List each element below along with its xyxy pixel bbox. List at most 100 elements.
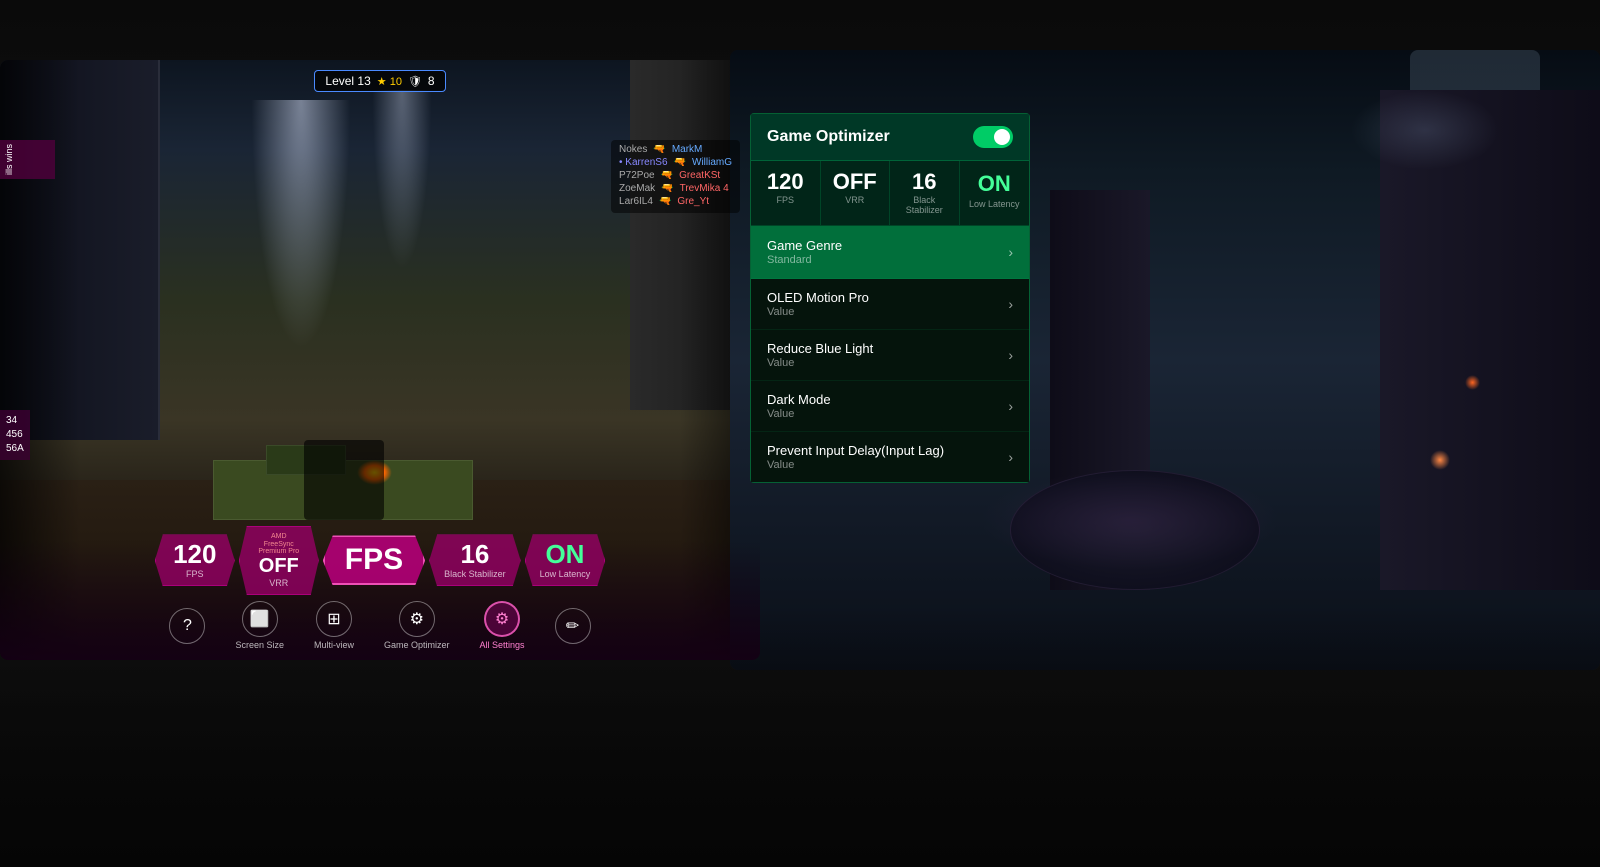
star-icon: ★ 10 xyxy=(377,75,402,88)
optimizer-stats: 120 FPS OFF VRR 16 Black Stabilizer ON xyxy=(751,161,1029,226)
edit-button[interactable]: ✏ xyxy=(555,608,591,644)
stats-left: 34 456 56A xyxy=(0,410,30,460)
score-row-4: ZoeMak 🔫 TrevMika 4 xyxy=(619,183,732,194)
menu-item-dark-mode-value: Value xyxy=(767,408,831,420)
black-stab-value: 16 xyxy=(444,541,506,567)
player-name-1: Nokes xyxy=(619,144,647,155)
edit-icon[interactable]: ✏ xyxy=(555,608,591,644)
toggle-knob xyxy=(994,129,1010,145)
opt-stat-fps-value: 120 xyxy=(755,171,816,193)
player-name-5: Lar6IL4 xyxy=(619,196,653,207)
game-optimizer-icon[interactable]: ⚙ xyxy=(399,601,435,637)
glow-bottom xyxy=(980,470,1280,570)
menu-item-dark-mode-text: Dark Mode Value xyxy=(767,392,831,420)
menu-item-blue-light-text: Reduce Blue Light Value xyxy=(767,341,873,369)
freesync-logo: AMDFreeSyncPremium Pro xyxy=(254,533,304,556)
level-text: Level 13 xyxy=(325,74,370,88)
stat-56a: 56A xyxy=(6,442,24,456)
score-row-1: Nokes 🔫 MarkM xyxy=(619,144,732,155)
vrr-value: OFF xyxy=(254,556,304,576)
left-screen: Level 13 ★ 10 🛡 8 Nokes 🔫 MarkM • Karren… xyxy=(0,60,760,660)
score-val-2: WilliamG xyxy=(692,157,732,168)
gun-icon-3: 🔫 xyxy=(661,170,673,181)
menu-item-oled-motion[interactable]: OLED Motion Pro Value › xyxy=(751,279,1029,330)
scoreboard: Nokes 🔫 MarkM • KarrenS6 🔫 WilliamG P72P… xyxy=(611,140,740,213)
chevron-input-lag: › xyxy=(1008,449,1013,465)
score-row-2: • KarrenS6 🔫 WilliamG xyxy=(619,157,732,168)
multi-view-icon[interactable]: ⊞ xyxy=(316,601,352,637)
player-name-4: ZoeMak xyxy=(619,183,655,194)
all-settings-label: All Settings xyxy=(480,640,525,650)
menu-item-dark-mode[interactable]: Dark Mode Value › xyxy=(751,381,1029,432)
chevron-blue-light: › xyxy=(1008,347,1013,363)
chevron-dark-mode: › xyxy=(1008,398,1013,414)
gun-icon-2: 🔫 xyxy=(674,157,686,168)
menu-item-blue-light-value: Value xyxy=(767,357,873,369)
level-badge: Level 13 ★ 10 🛡 8 xyxy=(314,70,445,92)
opt-stat-vrr: OFF VRR xyxy=(821,161,891,225)
help-icon[interactable]: ? xyxy=(169,608,205,644)
screen-size-icon[interactable]: ⬜ xyxy=(242,601,278,637)
score-val-5: Gre_Yt xyxy=(677,196,709,207)
center-fps: FPS xyxy=(345,545,403,575)
score-val-3: GreatKSt xyxy=(679,170,720,181)
vrr-label: VRR xyxy=(254,578,304,588)
player-name-2: • KarrenS6 xyxy=(619,157,668,168)
menu-item-input-lag-value: Value xyxy=(767,459,944,471)
score-val-4: TrevMika 4 xyxy=(680,183,729,194)
menu-item-input-lag-text: Prevent Input Delay(Input Lag) Value xyxy=(767,443,944,471)
optimizer-toggle[interactable] xyxy=(973,126,1013,148)
menu-item-game-genre-value: Standard xyxy=(767,254,842,266)
menu-item-input-lag-title: Prevent Input Delay(Input Lag) xyxy=(767,443,944,458)
menu-item-oled-motion-text: OLED Motion Pro Value xyxy=(767,290,869,318)
shield-icon: 🛡 xyxy=(408,75,422,88)
screen-size-button[interactable]: ⬜ Screen Size xyxy=(235,601,284,650)
screen-size-label: Screen Size xyxy=(235,640,284,650)
stats-row: 120 FPS AMDFreeSyncPremium Pro OFF VRR F… xyxy=(0,526,760,595)
opt-stat-fps: 120 FPS xyxy=(751,161,821,225)
center-box: FPS xyxy=(323,535,425,585)
optimizer-panel: Game Optimizer 120 FPS OFF VRR xyxy=(750,113,1030,483)
game-bg-right: 🎮 🖥 🔊 Game Optimizer 1 xyxy=(730,50,1600,670)
chevron-oled-motion: › xyxy=(1008,296,1013,312)
stat-34: 34 xyxy=(6,414,24,428)
low-latency-value: ON xyxy=(540,541,591,567)
bottom-hud: 120 FPS AMDFreeSyncPremium Pro OFF VRR F… xyxy=(0,540,760,660)
opt-stat-fps-label: FPS xyxy=(755,195,816,205)
menu-item-oled-motion-title: OLED Motion Pro xyxy=(767,290,869,305)
all-settings-icon[interactable]: ⚙ xyxy=(484,601,520,637)
game-optimizer-label: Game Optimizer xyxy=(384,640,450,650)
game-optimizer-button[interactable]: ⚙ Game Optimizer xyxy=(384,601,450,650)
light-beam-2 xyxy=(372,90,432,270)
help-button[interactable]: ? xyxy=(169,608,205,644)
menu-item-game-genre-text: Game Genre Standard xyxy=(767,238,842,266)
opt-stat-blackstab: 16 Black Stabilizer xyxy=(890,161,960,225)
game-hud-top: Level 13 ★ 10 🛡 8 xyxy=(0,70,760,92)
gun-icon-4: 🔫 xyxy=(661,183,673,194)
score-row-3: P72Poe 🔫 GreatKSt xyxy=(619,170,732,181)
menu-item-dark-mode-title: Dark Mode xyxy=(767,392,831,407)
light-beam-1 xyxy=(251,100,351,350)
all-settings-button[interactable]: ⚙ All Settings xyxy=(480,601,525,650)
black-stab-box: 16 Black Stabilizer xyxy=(429,534,521,586)
multi-view-button[interactable]: ⊞ Multi-view xyxy=(314,601,354,650)
menu-item-game-genre[interactable]: Game Genre Standard › xyxy=(751,226,1029,279)
glow-top xyxy=(1350,90,1500,170)
multi-view-label: Multi-view xyxy=(314,640,354,650)
kills-text: ills wins xyxy=(4,144,14,175)
menu-item-input-lag[interactable]: Prevent Input Delay(Input Lag) Value › xyxy=(751,432,1029,482)
opt-stat-lowlatency-value: ON xyxy=(964,171,1026,197)
fps-box: 120 FPS xyxy=(155,534,235,586)
opt-stat-blackstab-value: 16 xyxy=(894,171,955,193)
menu-item-blue-light-title: Reduce Blue Light xyxy=(767,341,873,356)
gun-icon-1: 🔫 xyxy=(653,144,665,155)
vrr-box: AMDFreeSyncPremium Pro OFF VRR xyxy=(239,526,319,595)
main-container: Level 13 ★ 10 🛡 8 Nokes 🔫 MarkM • Karren… xyxy=(0,0,1600,867)
score-row-5: Lar6IL4 🔫 Gre_Yt xyxy=(619,196,732,207)
opt-stat-lowlatency: ON Low Latency xyxy=(960,161,1030,225)
menu-item-blue-light[interactable]: Reduce Blue Light Value › xyxy=(751,330,1029,381)
optimizer-header: Game Optimizer xyxy=(751,114,1029,161)
opt-stat-lowlatency-label: Low Latency xyxy=(964,199,1026,209)
chevron-game-genre: › xyxy=(1008,244,1013,260)
optimizer-menu: Game Genre Standard › OLED Motion Pro Va… xyxy=(751,226,1029,482)
